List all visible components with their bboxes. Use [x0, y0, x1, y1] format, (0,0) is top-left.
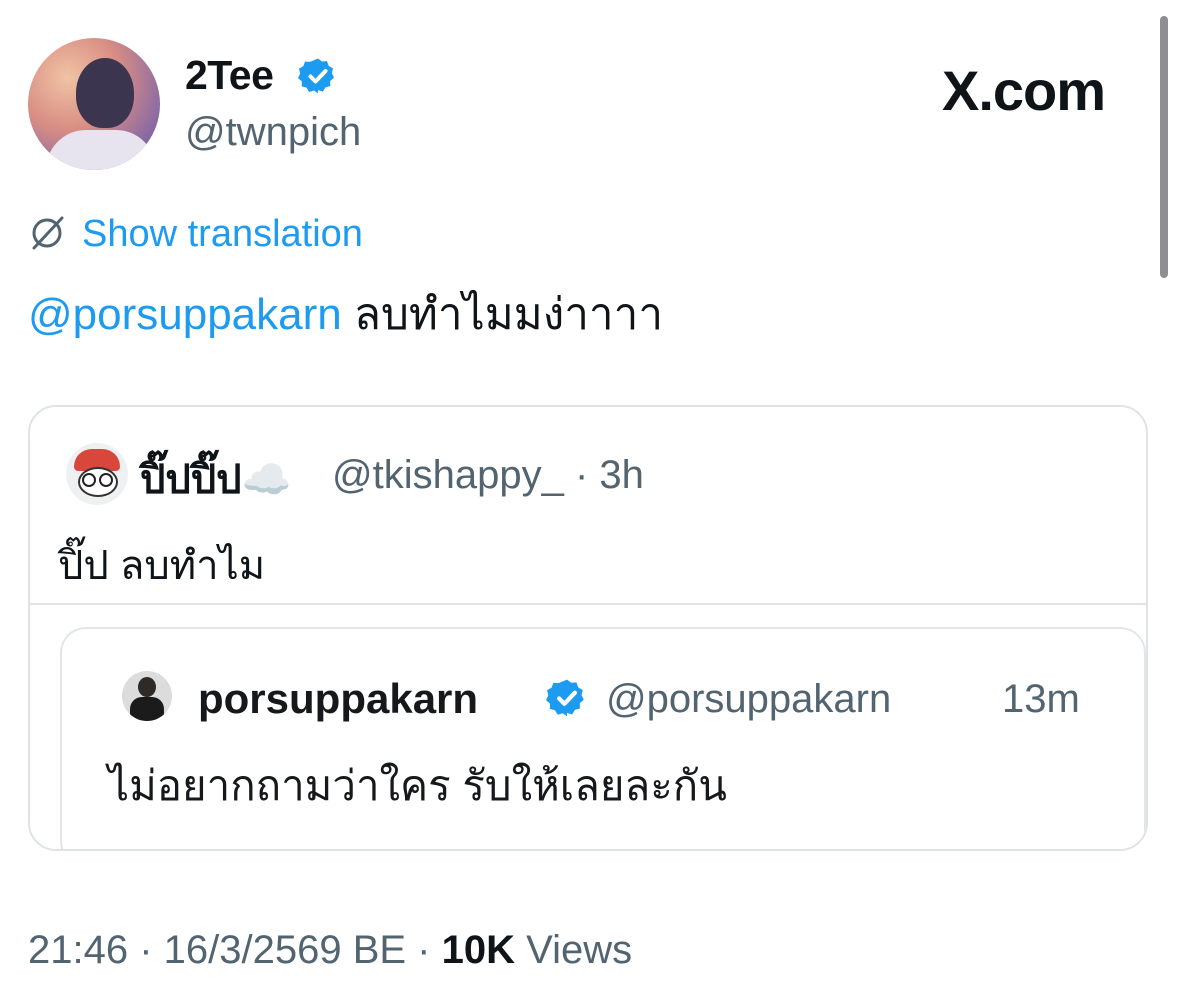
embedded-handle: @porsuppakarn: [606, 677, 892, 721]
embedded-display-name: porsuppakarn: [198, 675, 479, 722]
embedded-avatar: [122, 671, 172, 721]
embedded-timestamp: 13m: [1002, 677, 1080, 721]
show-translation-link[interactable]: Show translation: [82, 213, 363, 256]
verified-badge-icon: [546, 679, 584, 717]
avatar-head-shape: [76, 58, 134, 128]
avatar-head-shape: [138, 677, 156, 697]
divider: [30, 603, 1146, 605]
quoted-avatar[interactable]: [66, 443, 128, 505]
author-avatar[interactable]: [28, 38, 160, 170]
verified-badge-icon: [298, 58, 334, 94]
tweet-text: @porsuppakarn ลบทำไมมง่าาาา: [28, 279, 663, 349]
timestamp[interactable]: 21:46 · 16/3/2569 BE ·: [28, 928, 442, 972]
globe-slash-icon: [32, 216, 64, 250]
avatar-body-shape: [46, 130, 156, 170]
tweet-body: ลบทำไมมง่าาาา: [353, 290, 664, 339]
avatar-glasses-left: [82, 473, 96, 487]
views-label: Views: [515, 928, 633, 972]
quoted-tweet-text: ปิ๊ป ลบทำไม: [58, 544, 266, 588]
tweet-mention-link[interactable]: @porsuppakarn: [28, 290, 342, 339]
embedded-tweet-text: ไม่อยากถามว่าใคร รับให้เลยละกัน: [108, 762, 727, 809]
x-com-logo: X.com: [942, 59, 1106, 122]
quoted-display-name[interactable]: ปิ๊ปปิ๊ป☁️: [140, 447, 291, 511]
quoted-handle-time[interactable]: @tkishappy_ · 3h: [332, 453, 644, 498]
avatar-body-shape: [130, 697, 164, 721]
avatar-glasses-right: [99, 473, 113, 487]
quoted-tweet-card[interactable]: ปิ๊ปปิ๊ป☁️ @tkishappy_ · 3h ปิ๊ป ลบทำไม …: [28, 405, 1148, 851]
tweet-meta: 21:46 · 16/3/2569 BE · 10K Views: [28, 928, 632, 973]
embedded-tweet-screenshot: porsuppakarn @porsuppakarn 13m ไม่อยากถา…: [60, 627, 1146, 849]
author-handle[interactable]: @twnpich: [185, 110, 361, 155]
views-count: 10K: [441, 928, 516, 972]
author-display-name[interactable]: 2Tee: [185, 52, 274, 99]
scrollbar[interactable]: [1160, 16, 1168, 278]
